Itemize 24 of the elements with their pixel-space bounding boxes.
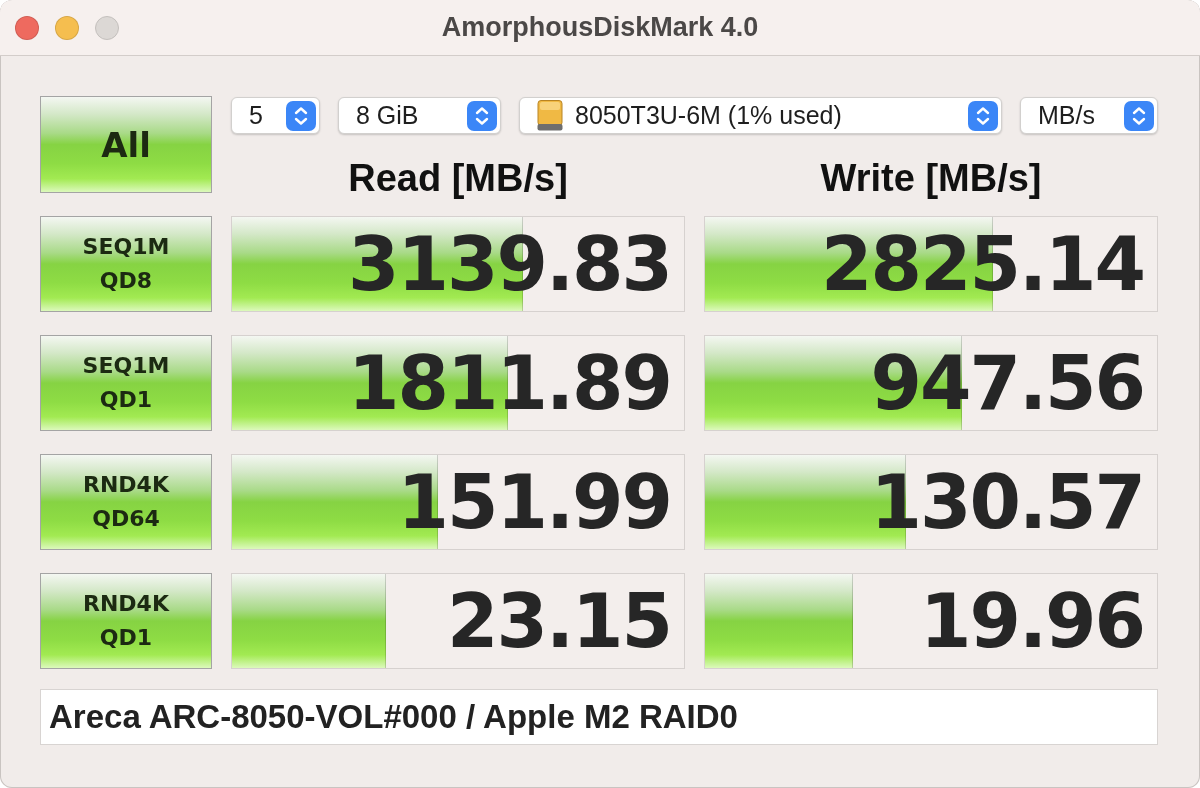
size-dropdown[interactable]: 8 GiB — [338, 97, 501, 134]
result-value: 19.96 — [919, 584, 1145, 658]
column-header: Read [MB/s] — [348, 156, 568, 200]
count-dropdown[interactable]: 5 — [231, 97, 320, 134]
up-down-chevron-icon — [968, 100, 998, 131]
up-down-chevron-icon — [1124, 100, 1154, 131]
minimize-button[interactable] — [55, 15, 79, 40]
drive-icon — [537, 100, 563, 131]
result-value: 23.15 — [446, 584, 672, 658]
window-title: AmorphousDiskMark 4.0 — [441, 12, 759, 43]
test-button[interactable]: RND4K QD64 — [40, 454, 212, 550]
all-button[interactable]: All — [40, 96, 212, 193]
result-value: 2825.14 — [820, 227, 1145, 301]
test-button[interactable]: SEQ1M QD1 — [40, 335, 212, 431]
drive-dropdown[interactable]: 8050T3U-6M (1% used) — [519, 97, 1002, 134]
test-button[interactable]: RND4K QD1 — [40, 573, 212, 669]
result-value: 3139.83 — [347, 227, 672, 301]
up-down-chevron-icon — [286, 100, 316, 131]
test-button[interactable]: SEQ1M QD8 — [40, 216, 212, 312]
comment-field[interactable]: Areca ARC-8050-VOL#000 / Apple M2 RAID0 — [40, 689, 1158, 745]
up-down-chevron-icon — [467, 100, 497, 131]
column-header: Write [MB/s] — [820, 156, 1042, 200]
unit-dropdown[interactable]: MB/s — [1020, 97, 1158, 134]
close-button[interactable] — [15, 15, 39, 40]
